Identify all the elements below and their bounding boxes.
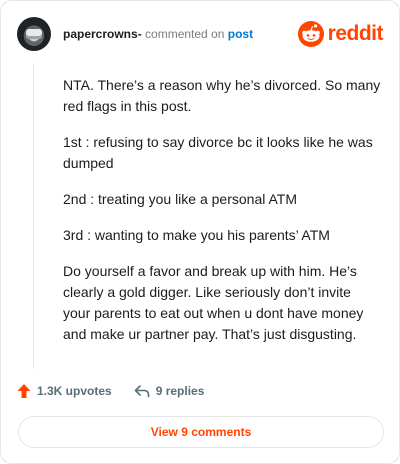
reddit-brand[interactable]: reddit bbox=[297, 21, 384, 47]
comment-paragraph: NTA. There’s a reason why he’s divorced.… bbox=[63, 77, 381, 114]
upvote-arrow-icon bbox=[17, 384, 31, 398]
replies-button[interactable]: 9 replies bbox=[134, 384, 205, 398]
replies-count: 9 replies bbox=[155, 384, 205, 398]
view-comments-button[interactable]: View 9 comments bbox=[18, 416, 384, 448]
comment-body: NTA. There’s a reason why he’s divorced.… bbox=[63, 75, 381, 360]
commented-on-text: commented on bbox=[145, 27, 225, 41]
reddit-logo-icon bbox=[297, 21, 324, 47]
comment-paragraph: Do yourself a favor and break up with hi… bbox=[63, 263, 364, 342]
comment-paragraph: 3rd : wanting to make you his parents’ A… bbox=[63, 227, 330, 243]
comment-actions: 1.3K upvotes 9 replies bbox=[17, 381, 204, 401]
reddit-wordmark: reddit bbox=[327, 22, 384, 45]
user-avatar[interactable] bbox=[17, 17, 51, 51]
post-link[interactable]: post bbox=[228, 27, 253, 41]
comment-meta: papercrowns- commented on post bbox=[63, 27, 253, 41]
comment-card: papercrowns- commented on post reddit NT… bbox=[0, 0, 400, 464]
comment-header: papercrowns- commented on post reddit bbox=[17, 17, 384, 53]
comment-paragraph: 1st : refusing to say divorce bc it look… bbox=[63, 134, 373, 171]
comment-paragraph: 2nd : treating you like a personal ATM bbox=[63, 191, 297, 207]
upvote-button[interactable]: 1.3K upvotes bbox=[17, 383, 112, 399]
reply-arrow-icon bbox=[134, 385, 150, 398]
avatar-image bbox=[26, 29, 42, 39]
upvote-count: 1.3K upvotes bbox=[37, 384, 112, 398]
username-link[interactable]: papercrowns- bbox=[63, 27, 142, 41]
thread-line[interactable] bbox=[33, 63, 34, 369]
